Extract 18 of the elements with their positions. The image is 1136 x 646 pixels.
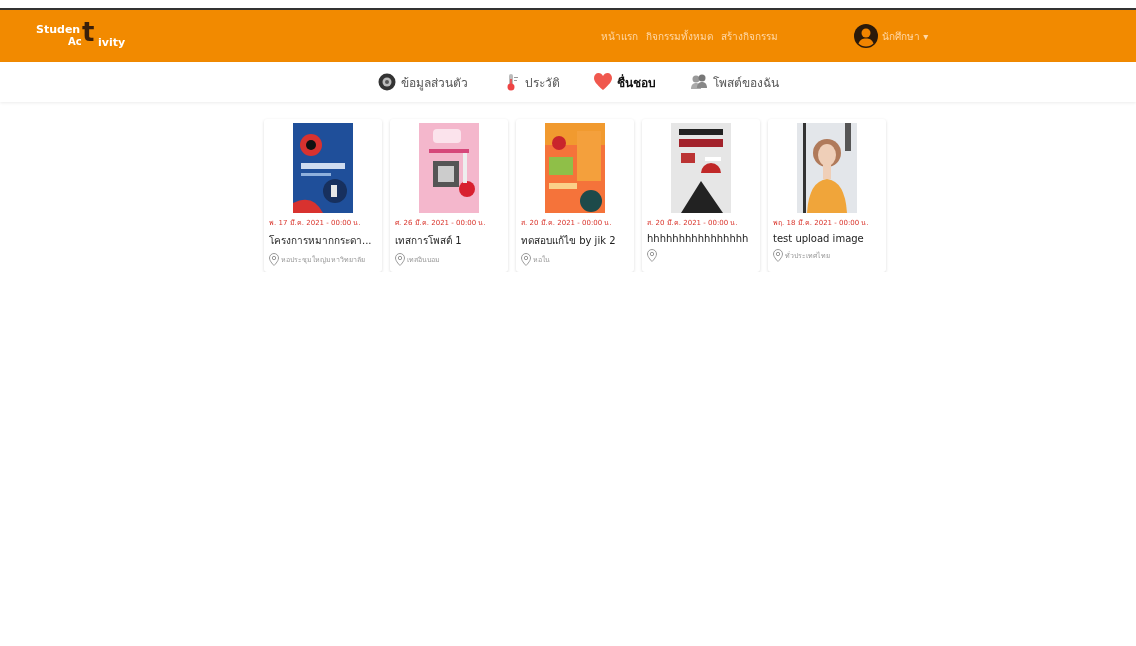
heart-icon bbox=[593, 73, 612, 91]
event-title: ทดสอบแก้ไข by jik 2 bbox=[521, 234, 617, 248]
location-pin-icon bbox=[773, 249, 783, 262]
event-title: โครงการหมากกระดา... bbox=[269, 234, 373, 248]
gear-icon bbox=[377, 73, 396, 91]
location-pin-icon bbox=[395, 253, 405, 266]
people-icon bbox=[689, 73, 708, 91]
tab[interactable]: ชื่นชอบ bbox=[593, 70, 656, 94]
tab[interactable]: โพสต์ของฉัน bbox=[689, 70, 779, 94]
tab[interactable]: ข้อมูลส่วนตัว bbox=[377, 70, 468, 94]
location-pin-icon bbox=[647, 249, 657, 262]
tab[interactable]: ประวัติ bbox=[501, 70, 560, 94]
event-title: test upload image bbox=[773, 233, 865, 244]
location-pin-icon bbox=[521, 253, 531, 266]
avatar-icon bbox=[854, 24, 878, 48]
location-pin-icon bbox=[269, 253, 279, 266]
event-title: hhhhhhhhhhhhhhhh bbox=[647, 233, 750, 244]
event-title: เทสการโพสต์ 1 bbox=[395, 234, 463, 248]
